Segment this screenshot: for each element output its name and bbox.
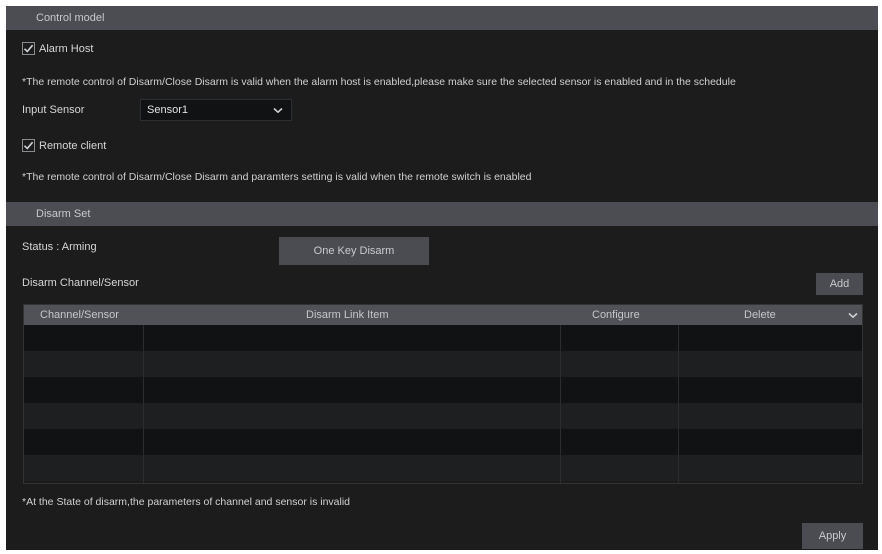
check-icon (23, 141, 34, 150)
input-sensor-value: Sensor1 (147, 104, 188, 116)
column-header-configure: Configure (592, 309, 640, 321)
disarm-table: Channel/Sensor Disarm Link Item Configur… (23, 304, 863, 484)
input-sensor-label: Input Sensor (22, 104, 85, 116)
table-row[interactable] (24, 377, 862, 403)
disarm-set-title: Disarm Set (36, 208, 91, 220)
alarm-host-row[interactable]: Alarm Host (22, 42, 93, 55)
table-header: Channel/Sensor Disarm Link Item Configur… (24, 305, 862, 325)
disarm-footer-note: *At the State of disarm,the parameters o… (22, 496, 351, 508)
column-header-disarm-link-item: Disarm Link Item (306, 309, 389, 321)
remote-client-row[interactable]: Remote client (22, 139, 106, 152)
check-icon (23, 44, 34, 53)
control-model-header: Control model (6, 6, 878, 30)
table-row[interactable] (24, 351, 862, 377)
column-header-channel-sensor: Channel/Sensor (40, 309, 119, 321)
column-divider (560, 325, 561, 483)
one-key-disarm-label: One Key Disarm (313, 245, 395, 257)
status-row: Status : Arming (22, 241, 97, 253)
apply-button[interactable]: Apply (802, 523, 863, 549)
alarm-host-note: *The remote control of Disarm/Close Disa… (22, 76, 736, 88)
input-sensor-row: Input Sensor (22, 104, 84, 116)
channel-sensor-row: Disarm Channel/Sensor (22, 277, 139, 289)
column-divider (143, 325, 144, 483)
status-text: Status : Arming (22, 241, 97, 253)
table-row[interactable] (24, 325, 862, 351)
chevron-down-icon (273, 107, 283, 113)
one-key-disarm-button[interactable]: One Key Disarm (279, 237, 429, 265)
alarm-host-label: Alarm Host (39, 42, 94, 55)
table-row[interactable] (24, 455, 862, 481)
remote-client-checkbox[interactable] (22, 139, 35, 152)
apply-label: Apply (818, 530, 847, 542)
chevron-down-icon[interactable] (848, 312, 858, 319)
add-label: Add (829, 278, 850, 290)
remote-client-note: *The remote control of Disarm/Close Disa… (22, 171, 532, 183)
disarm-set-header: Disarm Set (6, 202, 878, 226)
add-button[interactable]: Add (816, 273, 863, 295)
disarm-settings-panel: Control model Alarm Host *The remote con… (6, 6, 878, 550)
disarm-channel-sensor-label: Disarm Channel/Sensor (22, 277, 139, 289)
table-row[interactable] (24, 429, 862, 455)
control-model-title: Control model (36, 12, 105, 24)
column-divider (678, 325, 679, 483)
alarm-host-checkbox[interactable] (22, 42, 35, 55)
input-sensor-select[interactable]: Sensor1 (140, 99, 292, 121)
column-header-delete: Delete (744, 309, 776, 321)
remote-client-label: Remote client (39, 139, 107, 152)
table-row[interactable] (24, 403, 862, 429)
